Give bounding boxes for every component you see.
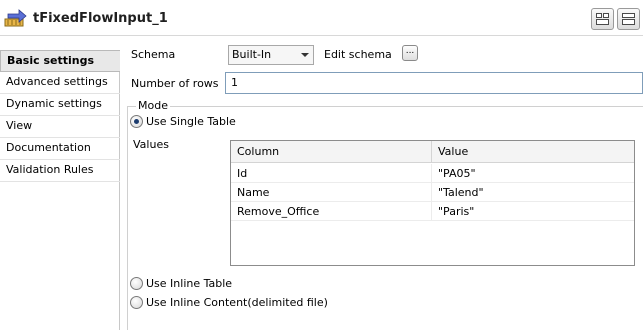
tab-advanced-settings[interactable]: Advanced settings: [0, 72, 120, 94]
layout-tabs-icon-cell: [596, 19, 609, 25]
schema-select-value: Built-In: [232, 48, 272, 61]
fixed-flow-input-icon: [4, 9, 28, 27]
inline-content-radio[interactable]: [130, 296, 143, 309]
column-cell[interactable]: Name: [231, 183, 432, 202]
table-row[interactable]: Name "Talend": [231, 183, 634, 202]
layout-split-icon-cell: [622, 19, 635, 25]
inline-table-label: Use Inline Table: [146, 277, 233, 290]
chevron-down-icon: [301, 53, 309, 57]
component-title: tFixedFlowInput_1: [33, 11, 168, 26]
rows-input[interactable]: 1: [225, 72, 643, 94]
tab-validation-rules[interactable]: Validation Rules: [0, 160, 120, 182]
value-cell[interactable]: "PA05": [432, 164, 634, 183]
mode-group-label: Mode: [136, 99, 170, 112]
tab-dynamic-settings[interactable]: Dynamic settings: [0, 94, 120, 116]
settings-sidebar: Basic settings Advanced settings Dynamic…: [0, 50, 120, 330]
layout-tabs-button[interactable]: [591, 8, 614, 30]
values-table: Column Value Id "PA05" Name "Talend" Rem…: [230, 140, 635, 266]
column-cell[interactable]: Remove_Office: [231, 202, 432, 221]
value-cell[interactable]: "Talend": [432, 183, 634, 202]
layout-split-icon: [622, 13, 635, 18]
value-header[interactable]: Value: [432, 141, 634, 163]
table-row[interactable]: Id "PA05": [231, 164, 634, 183]
column-header[interactable]: Column: [231, 141, 432, 163]
tab-basic-settings[interactable]: Basic settings: [0, 50, 120, 72]
tab-documentation[interactable]: Documentation: [0, 138, 120, 160]
layout-split-button[interactable]: [617, 8, 640, 30]
layout-tabs-icon-cell: [603, 13, 609, 18]
tab-view[interactable]: View: [0, 116, 120, 138]
inline-content-label: Use Inline Content(delimited file): [146, 296, 328, 309]
edit-schema-button[interactable]: ...: [402, 45, 418, 61]
schema-label: Schema: [131, 48, 176, 61]
component-title-bar: tFixedFlowInput_1: [0, 0, 643, 36]
single-table-radio[interactable]: [130, 115, 143, 128]
schema-select[interactable]: Built-In: [228, 45, 314, 65]
layout-tabs-icon: [596, 13, 602, 18]
edit-schema-label: Edit schema: [324, 48, 392, 61]
values-label: Values: [133, 138, 169, 151]
single-table-label: Use Single Table: [146, 115, 236, 128]
rows-label: Number of rows: [131, 77, 219, 90]
value-cell[interactable]: "Paris": [432, 202, 634, 221]
inline-table-radio[interactable]: [130, 277, 143, 290]
column-cell[interactable]: Id: [231, 164, 432, 183]
table-row[interactable]: Remove_Office "Paris": [231, 202, 634, 221]
